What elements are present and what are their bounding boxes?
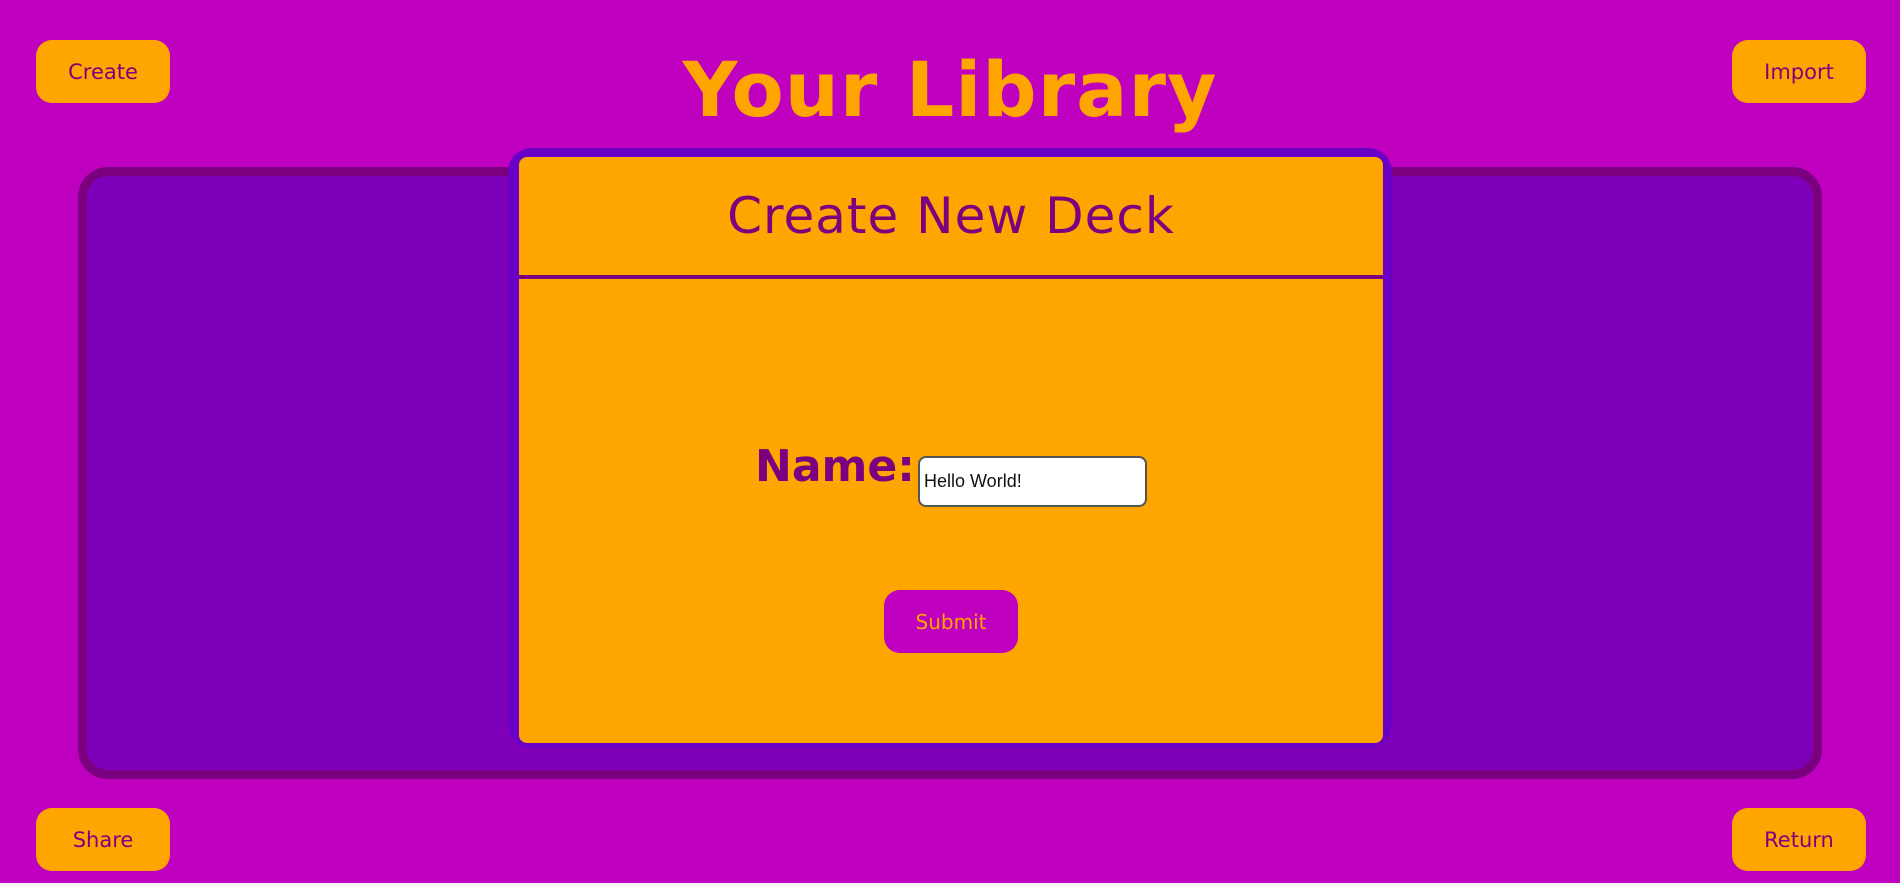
name-label: Name: [755, 441, 915, 492]
deck-name-input[interactable] [918, 456, 1147, 507]
return-button[interactable]: Return [1732, 808, 1866, 871]
create-deck-modal: Create New Deck Name: Submit [519, 157, 1383, 743]
submit-button[interactable]: Submit [884, 590, 1018, 653]
modal-header: Create New Deck [519, 157, 1383, 279]
modal-title: Create New Deck [727, 187, 1175, 245]
share-button[interactable]: Share [36, 808, 170, 871]
page-title: Your Library [682, 45, 1218, 134]
